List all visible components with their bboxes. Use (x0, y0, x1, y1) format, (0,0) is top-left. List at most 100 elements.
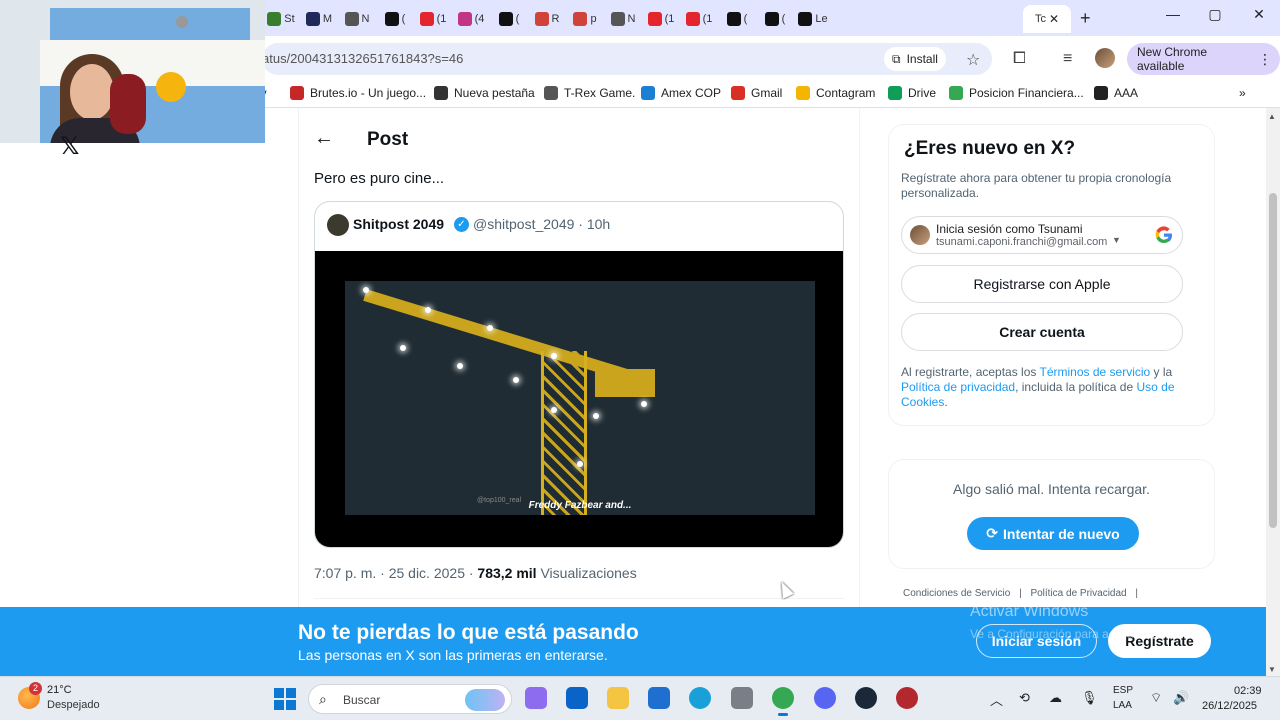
browser-tab[interactable]: (1 (414, 5, 452, 33)
store-app-icon[interactable] (648, 687, 670, 709)
language-indicator[interactable]: ESP (1113, 685, 1133, 696)
weather-temperature[interactable]: 21°C (47, 684, 72, 696)
clock-date[interactable]: 26/12/2025 (1202, 700, 1257, 712)
install-app-button[interactable]: ⧉ Install (884, 47, 946, 71)
microphone-icon[interactable]: 🎙 (1081, 690, 1098, 706)
video-player[interactable]: @top100_real Freddy Fazbear and... (315, 251, 843, 547)
quoted-post[interactable]: Shitpost 2049 ✓ @shitpost_2049 · 10h @to… (314, 201, 844, 548)
close-tab-icon[interactable]: ✕ (1049, 12, 1059, 26)
chrome-app-icon[interactable] (772, 687, 794, 716)
chevron-down-icon[interactable]: ▼ (1112, 235, 1121, 245)
post-timestamp[interactable]: 7:07 p. m. · 25 dic. 2025 · (314, 565, 477, 581)
terms-link[interactable]: Términos de servicio (1040, 365, 1151, 379)
bookmark-item[interactable]: Contagram (796, 86, 875, 100)
quoted-author-avatar[interactable] (327, 214, 349, 236)
bookmark-item[interactable]: Nueva pestaña (434, 86, 535, 100)
browser-tab[interactable]: (1 (642, 5, 680, 33)
browser-tab[interactable]: Le (794, 5, 832, 33)
new-tab-button[interactable]: + (1080, 8, 1091, 29)
bookmark-item[interactable]: Posicion Financiera... (949, 86, 1084, 100)
taskbar-search[interactable]: ⌕ Buscar (308, 684, 512, 714)
bookmark-item[interactable]: Amex COP (641, 86, 721, 100)
tab-label: p (590, 13, 597, 25)
banner-subtitle: Las personas en X son las primeras en en… (298, 647, 608, 663)
bookmark-favicon-icon (888, 86, 902, 100)
browser-tab[interactable]: ( (756, 5, 794, 33)
new-chrome-available-button[interactable]: New Chrome available ⋮ (1127, 43, 1280, 75)
roblox-app-icon[interactable] (896, 687, 918, 709)
apple-signup-content: Registrarse con Apple (902, 276, 1182, 292)
legal-text-1: Al registrarte, aceptas los (901, 365, 1040, 379)
verified-badge-icon: ✓ (454, 217, 469, 232)
tab-favicon-icon (647, 12, 662, 26)
browser-tab[interactable]: ( (376, 5, 414, 33)
bookmark-item[interactable]: AAA (1094, 86, 1138, 100)
bookmark-item[interactable]: Brutes.io - Un juego... (290, 86, 426, 100)
active-tab[interactable]: Tc ✕ (1023, 5, 1071, 33)
bookmark-item[interactable]: Drive (888, 86, 936, 100)
quoted-handle-time[interactable]: @shitpost_2049 · 10h (473, 216, 610, 232)
browser-tab[interactable]: N (338, 5, 376, 33)
bookmark-star-icon[interactable]: ☆ (966, 50, 980, 70)
quoted-author-name[interactable]: Shitpost 2049 (353, 216, 444, 232)
scroll-down-icon[interactable]: ▼ (1268, 665, 1276, 674)
bookmark-favicon-icon (731, 86, 745, 100)
extensions-icon[interactable]: ⧠ (1013, 50, 1026, 68)
browser-tab[interactable]: ( (718, 5, 756, 33)
edge-app-icon[interactable] (689, 687, 711, 709)
browser-tab[interactable]: M (300, 5, 338, 33)
google-signin-button[interactable]: Inicia sesión como Tsunami tsunami.capon… (901, 216, 1183, 254)
discord-app-icon[interactable] (814, 687, 836, 709)
media-controls-icon[interactable]: ≡ (1063, 50, 1072, 68)
retry-button[interactable]: ⟳ Intentar de nuevo (967, 517, 1139, 550)
browser-tab[interactable]: R (528, 5, 566, 33)
outlook-app-icon[interactable] (566, 687, 588, 709)
plush-toy (110, 74, 146, 134)
sync-icon[interactable]: ⟲ (1019, 690, 1030, 706)
tab-label: ( (781, 13, 786, 25)
browser-tab[interactable]: p (566, 5, 604, 33)
scroll-thumb[interactable] (1269, 193, 1277, 528)
bookmarks-overflow-icon[interactable]: » (1239, 86, 1246, 100)
keyboard-layout-indicator[interactable]: LAA (1113, 700, 1132, 711)
browser-tab[interactable]: ( (490, 5, 528, 33)
close-window-button[interactable]: ✕ (1244, 6, 1274, 23)
footer-terms-link[interactable]: Condiciones de Servicio (903, 588, 1010, 599)
back-arrow-icon[interactable]: ← (314, 127, 334, 150)
file-explorer-app-icon[interactable] (607, 687, 629, 709)
page-scrollbar[interactable]: ▲ ▼ (1266, 108, 1280, 676)
browser-tab[interactable]: St (262, 5, 300, 33)
show-hidden-icons-icon[interactable]: ︿ (990, 690, 1003, 709)
volume-icon[interactable]: 🔊 (1173, 690, 1189, 706)
wifi-icon[interactable]: ⌔ (1150, 690, 1162, 706)
flag-sun (156, 72, 186, 102)
browser-tab[interactable]: N (604, 5, 642, 33)
bookmark-item[interactable]: Gmail (731, 86, 782, 100)
bookmark-item[interactable]: T-Rex Game. (544, 86, 635, 100)
clock-time[interactable]: 02:39 (1234, 685, 1262, 697)
active-tab-label: Tc (1034, 13, 1046, 25)
x-logo-icon[interactable]: 𝕏 (60, 132, 79, 161)
steam-app-icon[interactable] (855, 687, 877, 709)
start-button[interactable] (274, 688, 296, 710)
footer-privacy-link[interactable]: Política de Privacidad (1030, 588, 1126, 599)
bookmark-favicon-icon (434, 86, 448, 100)
tab-favicon-icon (610, 12, 625, 26)
google-account-avatar (910, 225, 930, 245)
profile-avatar[interactable] (1095, 48, 1115, 68)
browser-tab[interactable]: (4 (452, 5, 490, 33)
privacy-link[interactable]: Política de privacidad (901, 380, 1015, 394)
settings-app-icon[interactable] (731, 687, 753, 709)
tab-label: (1 (664, 13, 675, 25)
weather-description[interactable]: Despejado (47, 699, 100, 711)
create-account-button[interactable]: Crear cuenta (901, 313, 1183, 351)
browser-tab[interactable]: (1 (680, 5, 718, 33)
apple-signup-button[interactable]: Registrarse con Apple (901, 265, 1183, 303)
scroll-up-icon[interactable]: ▲ (1268, 112, 1276, 121)
copilot-app-icon[interactable] (525, 687, 547, 709)
maximize-button[interactable]: ▢ (1200, 6, 1230, 23)
chrome-menu-icon[interactable]: ⋮ (1258, 51, 1272, 68)
address-bar[interactable]: atus/2004313132651761843?s=46 (262, 43, 992, 75)
minimize-button[interactable]: — (1158, 6, 1188, 22)
cloud-icon[interactable]: ☁ (1049, 690, 1062, 706)
